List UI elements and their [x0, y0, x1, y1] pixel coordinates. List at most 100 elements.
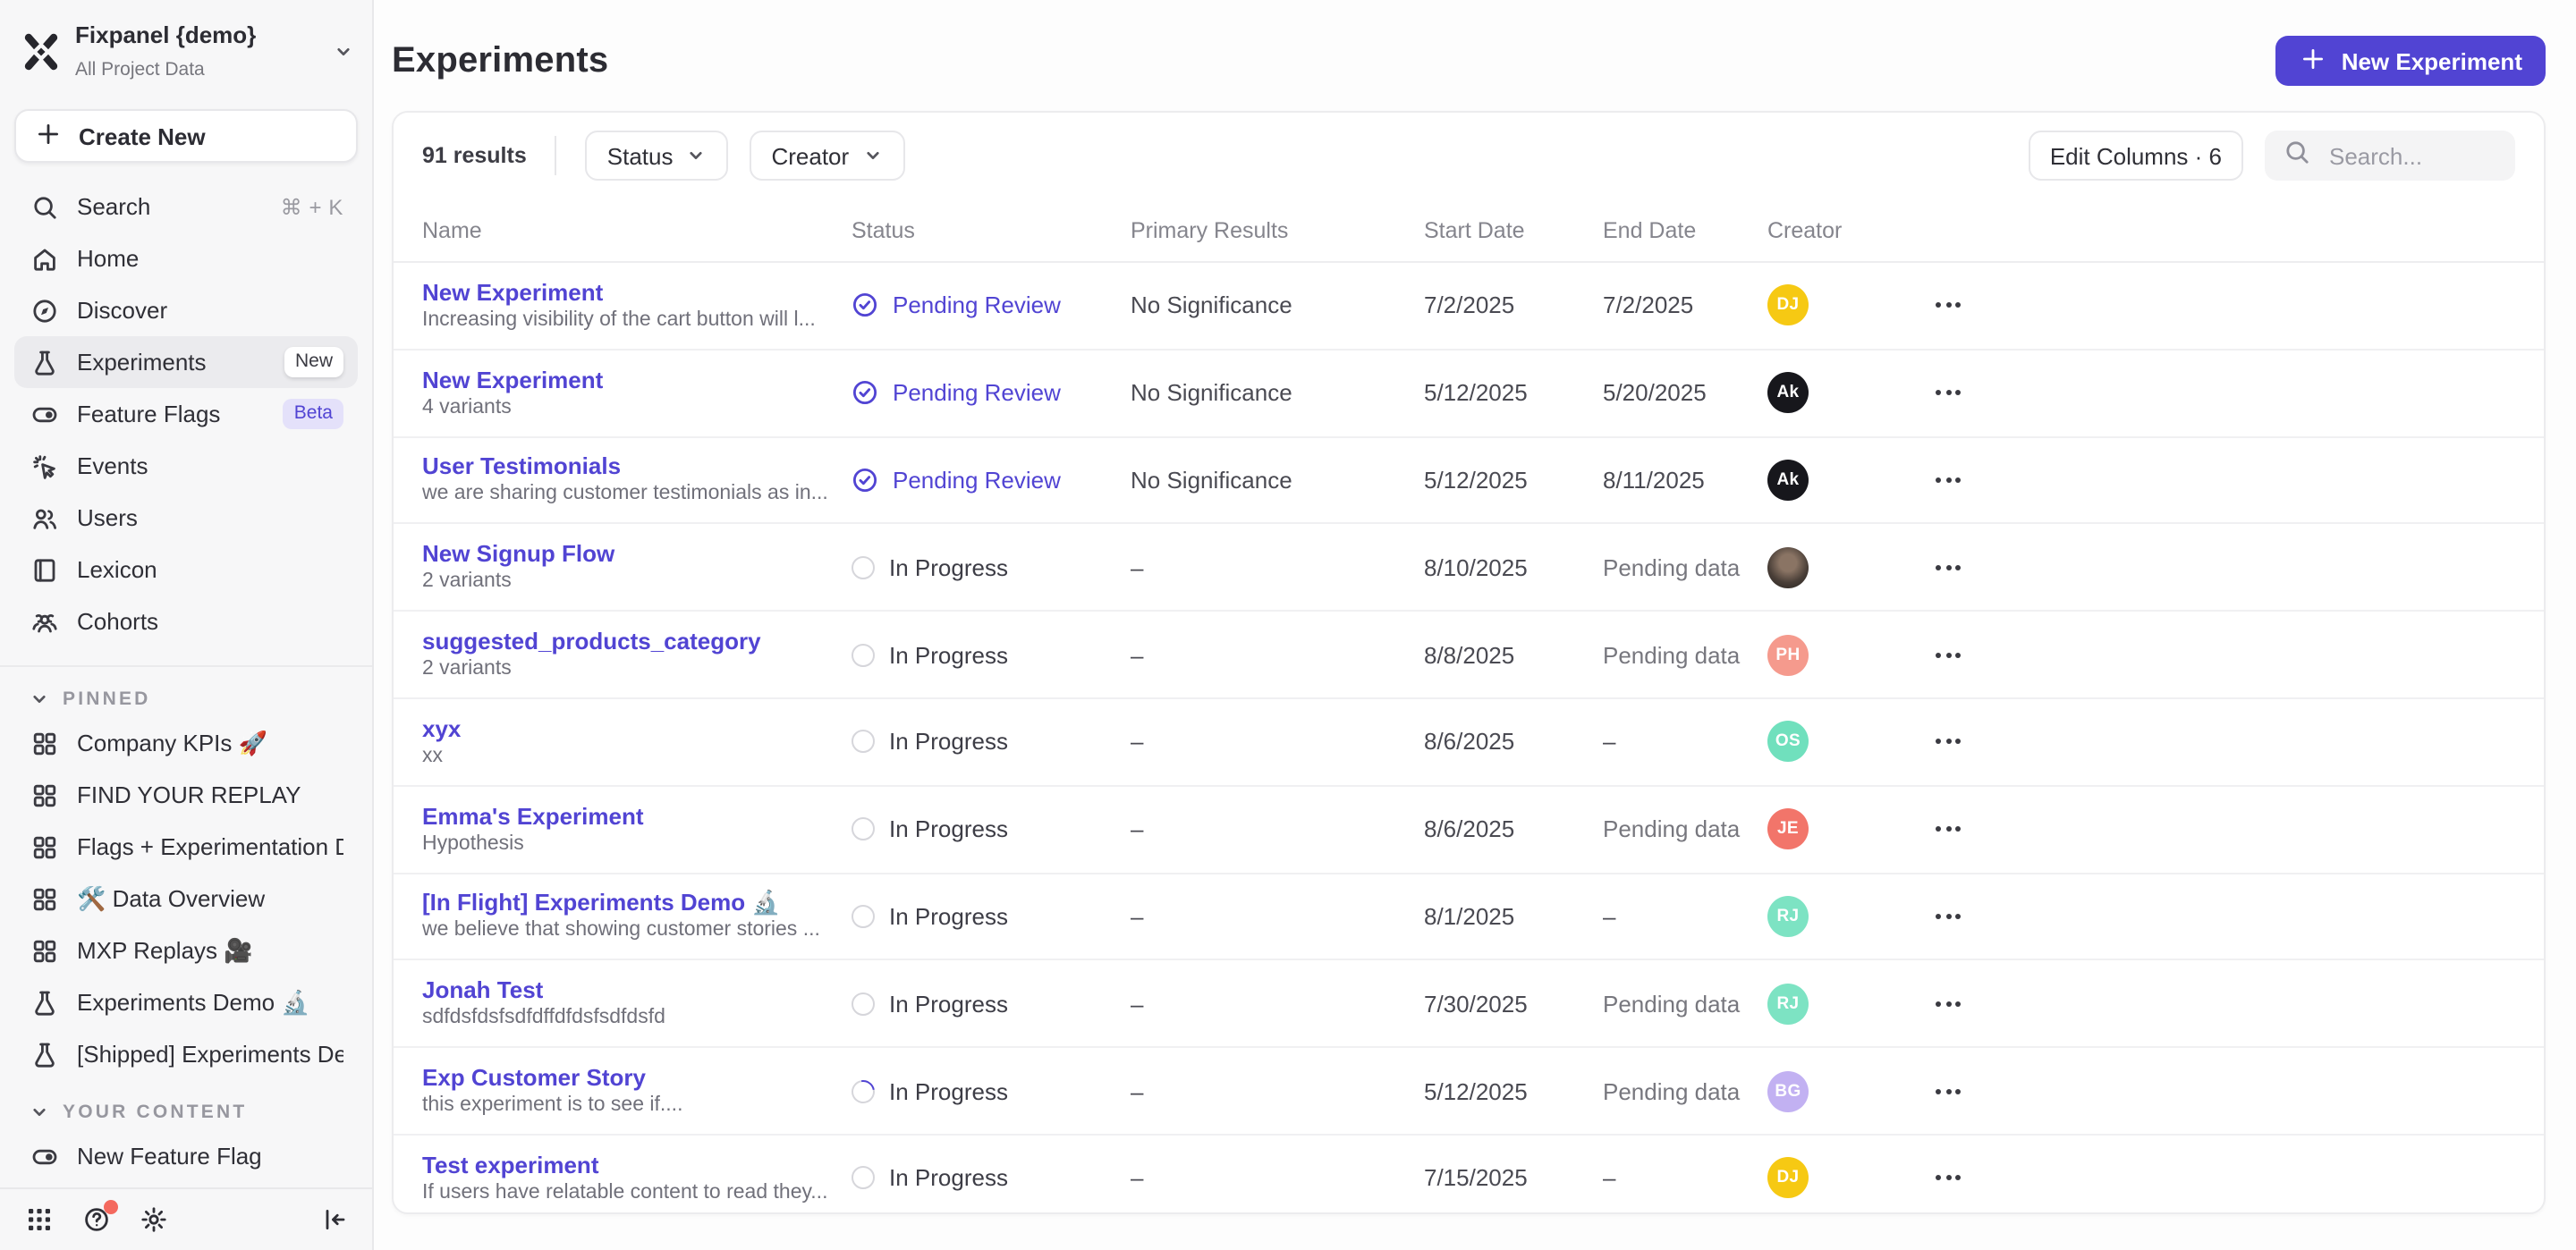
table-row: [In Flight] Experiments Demo 🔬we believe… — [394, 874, 2544, 961]
row-overflow-menu[interactable] — [1936, 739, 2515, 745]
status-cell: In Progress — [852, 815, 1131, 842]
sidebar-item-events[interactable]: Events — [14, 440, 358, 492]
experiment-name-link[interactable]: New Signup Flow — [422, 539, 826, 570]
sidebar-item-label: Experiments — [77, 349, 267, 376]
settings-gear-icon[interactable] — [136, 1203, 170, 1237]
experiment-name-cell: Exp Customer Storythis experiment is to … — [422, 1062, 852, 1119]
primary-results-cell: No Significance — [1131, 467, 1424, 494]
sidebar-item-mxp-replays[interactable]: MXP Replays 🎥 — [14, 925, 358, 976]
primary-results-cell: – — [1131, 903, 1424, 930]
sidebar-item-feature-flags[interactable]: Feature FlagsBeta — [14, 388, 358, 440]
experiment-name-link[interactable]: suggested_products_category — [422, 626, 826, 656]
sidebar-item-experiments-demo[interactable]: Experiments Demo 🔬 — [14, 976, 358, 1028]
help-icon[interactable] — [79, 1203, 113, 1237]
row-overflow-menu[interactable] — [1936, 565, 2515, 570]
chevron-down-icon — [685, 145, 707, 166]
collapse-sidebar-icon[interactable] — [317, 1203, 351, 1237]
experiment-description: we are sharing customer testimonials as … — [422, 482, 826, 509]
sidebar-item-find-your-replay[interactable]: FIND YOUR REPLAY — [14, 769, 358, 821]
creator-cell: Ak — [1767, 460, 1911, 501]
page-title: Experiments — [392, 40, 608, 81]
experiment-name-link[interactable]: Exp Customer Story — [422, 1062, 826, 1093]
creator-cell: RJ — [1767, 984, 1911, 1025]
toggle-icon — [29, 1141, 59, 1171]
experiment-name-link[interactable]: xyx — [422, 714, 826, 744]
creator-avatar[interactable]: Ak — [1767, 460, 1809, 501]
sidebar-item-new-feature-flag[interactable]: New Feature Flag — [14, 1130, 358, 1182]
start-date-cell: 7/2/2025 — [1424, 292, 1603, 319]
row-overflow-menu[interactable] — [1936, 390, 2515, 395]
row-overflow-menu[interactable] — [1936, 477, 2515, 483]
sidebar-item-flags-experimentation-demo[interactable]: Flags + Experimentation Demo 🚩 — [14, 821, 358, 873]
chevron-down-icon — [29, 1102, 50, 1123]
search-icon — [2283, 137, 2311, 174]
row-actions-cell — [1911, 1176, 2515, 1181]
sidebar-item-company-kpis[interactable]: Company KPIs 🚀 — [14, 717, 358, 769]
cursor-click-icon — [29, 451, 59, 481]
sidebar-item-label: Users — [77, 504, 343, 531]
experiment-name-link[interactable]: New Experiment — [422, 364, 826, 394]
experiment-name-cell: New Experiment4 variants — [422, 364, 852, 421]
sidebar-item-cohorts[interactable]: Cohorts — [14, 595, 358, 647]
edit-columns-button[interactable]: Edit Columns · 6 — [2029, 131, 2243, 181]
new-experiment-label: New Experiment — [2342, 47, 2522, 74]
creator-avatar[interactable]: PH — [1767, 634, 1809, 675]
creator-avatar[interactable]: OS — [1767, 722, 1809, 763]
row-overflow-menu[interactable] — [1936, 826, 2515, 832]
status-filter-button[interactable]: Status — [586, 131, 729, 181]
row-overflow-menu[interactable] — [1936, 303, 2515, 308]
end-date-cell: Pending data — [1603, 815, 1767, 842]
create-new-button[interactable]: Create New — [14, 109, 358, 163]
row-overflow-menu[interactable] — [1936, 1176, 2515, 1181]
new-experiment-button[interactable]: New Experiment — [2275, 36, 2546, 86]
status-cell: In Progress — [852, 1077, 1131, 1104]
pinned-section: Company KPIs 🚀FIND YOUR REPLAYFlags + Ex… — [0, 717, 372, 1080]
sidebar-item-lexicon[interactable]: Lexicon — [14, 544, 358, 595]
status-label: In Progress — [889, 1165, 1008, 1192]
experiment-name-link[interactable]: [In Flight] Experiments Demo 🔬 — [422, 888, 826, 918]
project-switcher[interactable]: Fixpanel {demo} All Project Data — [0, 0, 372, 98]
board-icon — [29, 780, 59, 810]
experiment-name-cell: Test experimentIf users have relatable c… — [422, 1150, 852, 1207]
your-content-section-header[interactable]: YOUR CONTENT — [0, 1094, 372, 1130]
experiment-name-link[interactable]: Test experiment — [422, 1150, 826, 1180]
table-search-input[interactable] — [2326, 140, 2497, 171]
experiments-table-card: 91 results Status Creator Edit Columns ·… — [392, 111, 2546, 1214]
sidebar-item-label: Search — [77, 193, 263, 220]
row-overflow-menu[interactable] — [1936, 652, 2515, 657]
sidebar-item-data-overview[interactable]: 🛠️ Data Overview — [14, 873, 358, 925]
creator-avatar[interactable]: RJ — [1767, 984, 1809, 1025]
experiment-name-link[interactable]: Jonah Test — [422, 976, 826, 1006]
board-icon — [29, 935, 59, 966]
experiment-name-link[interactable]: Emma's Experiment — [422, 800, 826, 831]
sidebar-item-search[interactable]: Search⌘ + K — [14, 181, 358, 232]
badge-beta: Beta — [284, 399, 343, 429]
sidebar-item-users[interactable]: Users — [14, 492, 358, 544]
creator-avatar[interactable]: Ak — [1767, 372, 1809, 413]
row-overflow-menu[interactable] — [1936, 1001, 2515, 1007]
start-date-cell: 7/30/2025 — [1424, 991, 1603, 1018]
row-overflow-menu[interactable] — [1936, 1088, 2515, 1094]
creator-avatar[interactable]: JE — [1767, 808, 1809, 849]
progress-circle-icon — [852, 643, 875, 666]
creator-avatar[interactable]: RJ — [1767, 896, 1809, 937]
table-row: Jonah TestsdfdsfdsfsdfdffdfdsfsdfdsfdIn … — [394, 961, 2544, 1049]
pinned-section-header[interactable]: PINNED — [0, 681, 372, 717]
creator-filter-button[interactable]: Creator — [750, 131, 904, 181]
sidebar-item-shipped-experiments-demo[interactable]: [Shipped] Experiments Demo 🖊️ — [14, 1028, 358, 1080]
sidebar-item-label: Experiments Demo 🔬 — [77, 988, 343, 1017]
creator-avatar[interactable]: DJ — [1767, 285, 1809, 326]
experiment-name-link[interactable]: User Testimonials — [422, 452, 826, 482]
experiment-name-link[interactable]: New Experiment — [422, 277, 826, 308]
sidebar-item-discover[interactable]: Discover — [14, 284, 358, 336]
sidebar-item-experiments[interactable]: ExperimentsNew — [14, 336, 358, 388]
creator-avatar-photo[interactable] — [1767, 547, 1809, 588]
experiment-name-cell: [In Flight] Experiments Demo 🔬we believe… — [422, 888, 852, 945]
creator-avatar[interactable]: DJ — [1767, 1158, 1809, 1199]
creator-avatar[interactable]: BG — [1767, 1070, 1809, 1111]
status-label: In Progress — [889, 991, 1008, 1018]
apps-grid-icon[interactable] — [21, 1203, 55, 1237]
sidebar-item-label: New Feature Flag — [77, 1143, 343, 1170]
sidebar-item-home[interactable]: Home — [14, 232, 358, 284]
row-overflow-menu[interactable] — [1936, 914, 2515, 919]
